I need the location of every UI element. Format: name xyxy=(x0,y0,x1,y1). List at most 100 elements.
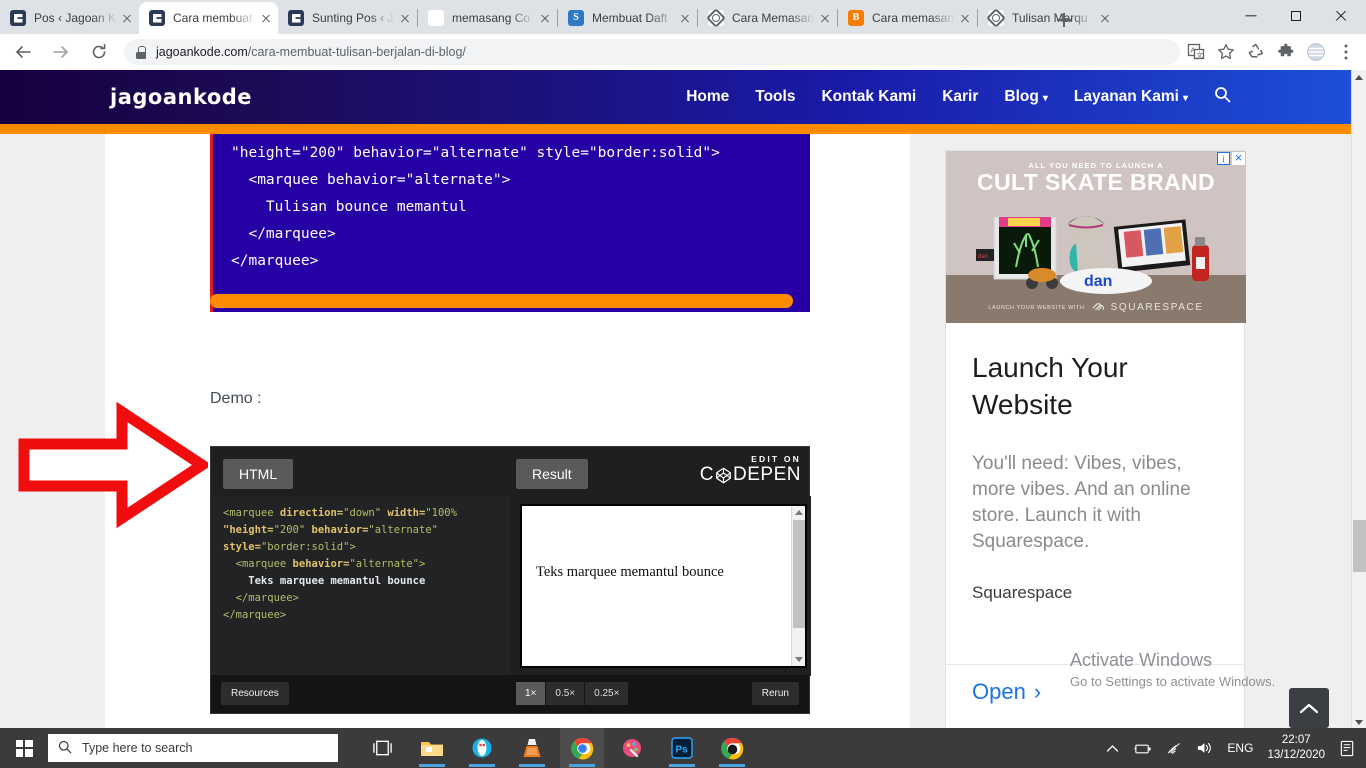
tab-close-icon[interactable] xyxy=(537,10,553,26)
code-line: style="border:solid"> xyxy=(223,541,356,553)
search-icon xyxy=(58,740,72,757)
bookmark-star-icon[interactable] xyxy=(1212,38,1240,66)
browser-tab[interactable]: Tulisan Marqu xyxy=(978,2,1117,34)
nav-item-blog[interactable]: Blog ▾ xyxy=(1004,88,1047,106)
chrome-secondary-icon[interactable] xyxy=(710,728,754,768)
opera-gx-icon[interactable] xyxy=(460,728,504,768)
browser-tab[interactable]: S Membuat Daft xyxy=(558,2,697,34)
photoshop-icon[interactable]: Ps xyxy=(660,728,704,768)
page-scrollbar[interactable] xyxy=(1351,70,1366,730)
scroll-up-icon[interactable] xyxy=(1355,75,1363,80)
adchoices-controls: i × xyxy=(1217,151,1245,165)
codepen-resources-button[interactable]: Resources xyxy=(221,682,289,705)
tab-title: Membuat Daft xyxy=(592,11,668,25)
code-line: <marquee behavior="alternate"> xyxy=(223,558,426,570)
ad-banner-image[interactable]: ALL YOU NEED TO LAUNCH A CULT SKATE BRAN… xyxy=(946,151,1246,323)
nav-item-karir[interactable]: Karir xyxy=(942,88,978,106)
ad-open-button[interactable]: Open › xyxy=(972,679,1041,705)
search-icon[interactable] xyxy=(1214,86,1231,108)
battery-icon[interactable] xyxy=(1133,742,1152,755)
blogger-gray-icon xyxy=(708,10,724,26)
lock-icon xyxy=(136,45,146,59)
wifi-icon[interactable] xyxy=(1166,742,1182,755)
window-minimize-button[interactable] xyxy=(1228,0,1273,32)
jagoankode-icon xyxy=(10,10,26,26)
nav-item-kontak-kami[interactable]: Kontak Kami xyxy=(821,88,916,106)
reload-button[interactable] xyxy=(84,37,114,67)
tab-close-icon[interactable] xyxy=(119,10,135,26)
codepen-preview-text: Teks marquee memantul bounce xyxy=(536,564,724,580)
red-arrow-annotation xyxy=(18,401,208,529)
demo-label: Demo : xyxy=(210,390,262,407)
tab-close-icon[interactable] xyxy=(397,10,413,26)
codepen-zoom-025x[interactable]: 0.25× xyxy=(585,682,630,705)
browser-tab[interactable]: Pos ‹ Jagoan K xyxy=(0,2,139,34)
codepen-zoom-05x[interactable]: 0.5× xyxy=(546,682,586,705)
preview-scrollbar[interactable] xyxy=(791,506,805,666)
volume-icon[interactable] xyxy=(1196,741,1213,755)
windows-taskbar: Type here to search Ps ENG 22:07 13/12/2… xyxy=(0,728,1366,768)
scrollbar-thumb[interactable] xyxy=(793,520,805,628)
browser-tab[interactable]: G memasang Co xyxy=(418,2,557,34)
forward-button[interactable] xyxy=(46,37,76,67)
site-logo[interactable]: jagoankode xyxy=(110,85,252,109)
nav-item-layanan-kami[interactable]: Layanan Kami ▾ xyxy=(1074,88,1188,106)
profile-avatar-icon[interactable] xyxy=(1302,38,1330,66)
chrome-menu-icon[interactable] xyxy=(1332,38,1360,66)
window-close-button[interactable] xyxy=(1318,0,1363,32)
translate-icon[interactable]: A文 xyxy=(1182,38,1210,66)
tab-close-icon[interactable] xyxy=(957,10,973,26)
browser-tab-bar: Pos ‹ Jagoan K Cara membuat Sunting Pos … xyxy=(0,0,1366,34)
ad-description: You'll need: Vibes, vibes, more vibes. A… xyxy=(972,453,1191,552)
address-bar[interactable]: jagoankode.com/cara-membuat-tulisan-berj… xyxy=(124,39,1180,65)
google-chrome-icon[interactable] xyxy=(560,728,604,768)
codepen-zoom-1x[interactable]: 1× xyxy=(516,682,547,705)
extensions-puzzle-icon[interactable] xyxy=(1272,38,1300,66)
vlc-media-player-icon[interactable] xyxy=(510,728,554,768)
back-button[interactable] xyxy=(8,37,38,67)
sidebar: ALL YOU NEED TO LAUNCH A CULT SKATE BRAN… xyxy=(910,134,1351,730)
scrollbar-thumb[interactable] xyxy=(1353,520,1366,572)
ad-close-icon[interactable]: × xyxy=(1232,151,1245,165)
taskbar-clock[interactable]: 22:07 13/12/2020 xyxy=(1267,733,1325,763)
tab-close-icon[interactable] xyxy=(817,10,833,26)
scroll-down-icon[interactable] xyxy=(1355,720,1363,725)
codepen-code-editor[interactable]: <marquee direction="down" width="100% "he… xyxy=(211,496,510,676)
task-view-icon[interactable] xyxy=(360,728,404,768)
paint-3d-icon[interactable] xyxy=(610,728,654,768)
tray-language-indicator[interactable]: ENG xyxy=(1227,741,1253,755)
file-explorer-icon[interactable] xyxy=(410,728,454,768)
adchoices-info-icon[interactable]: i xyxy=(1217,152,1230,165)
browser-tab[interactable]: Cara Memasan xyxy=(698,2,837,34)
window-maximize-button[interactable] xyxy=(1273,0,1318,32)
tray-overflow-chevron-up-icon[interactable] xyxy=(1106,744,1119,753)
advertisement-card[interactable]: ALL YOU NEED TO LAUNCH A CULT SKATE BRAN… xyxy=(945,150,1246,730)
ad-advertiser-name: Squarespace xyxy=(972,583,1073,602)
codepen-tab-result[interactable]: Result xyxy=(516,459,588,489)
nav-item-home[interactable]: Home xyxy=(686,88,729,106)
codepen-rerun-button[interactable]: Rerun xyxy=(751,682,799,705)
ad-title[interactable]: Launch Your Website xyxy=(972,349,1218,423)
action-center-icon[interactable] xyxy=(1339,740,1356,757)
back-to-top-button[interactable] xyxy=(1289,688,1329,728)
codepen-tab-html[interactable]: HTML xyxy=(223,459,294,489)
scroll-up-icon[interactable] xyxy=(794,510,803,515)
chevron-down-icon: ▾ xyxy=(1182,93,1188,104)
scroll-down-icon[interactable] xyxy=(794,657,803,662)
taskbar-search-input[interactable]: Type here to search xyxy=(48,734,338,762)
browser-tab[interactable]: B Cara memasan xyxy=(838,2,977,34)
browser-tab-active[interactable]: Cara membuat xyxy=(139,2,278,34)
codepen-brand[interactable]: EDIT ON C DEPEN xyxy=(700,454,801,486)
squarespace-logo-icon xyxy=(1091,300,1105,315)
recycle-icon[interactable] xyxy=(1242,38,1270,66)
nav-item-tools[interactable]: Tools xyxy=(755,88,795,106)
url-domain: jagoankode.com xyxy=(156,45,248,59)
browser-tab[interactable]: Sunting Pos ‹ J xyxy=(278,2,417,34)
new-tab-button[interactable] xyxy=(1050,6,1078,34)
tab-close-icon[interactable] xyxy=(258,10,274,26)
taskbar-search-placeholder: Type here to search xyxy=(82,741,193,755)
ad-body: Launch Your Website You'll need: Vibes, … xyxy=(946,323,1244,603)
tab-close-icon[interactable] xyxy=(1097,10,1113,26)
tab-close-icon[interactable] xyxy=(677,10,693,26)
windows-start-icon[interactable] xyxy=(0,728,48,768)
